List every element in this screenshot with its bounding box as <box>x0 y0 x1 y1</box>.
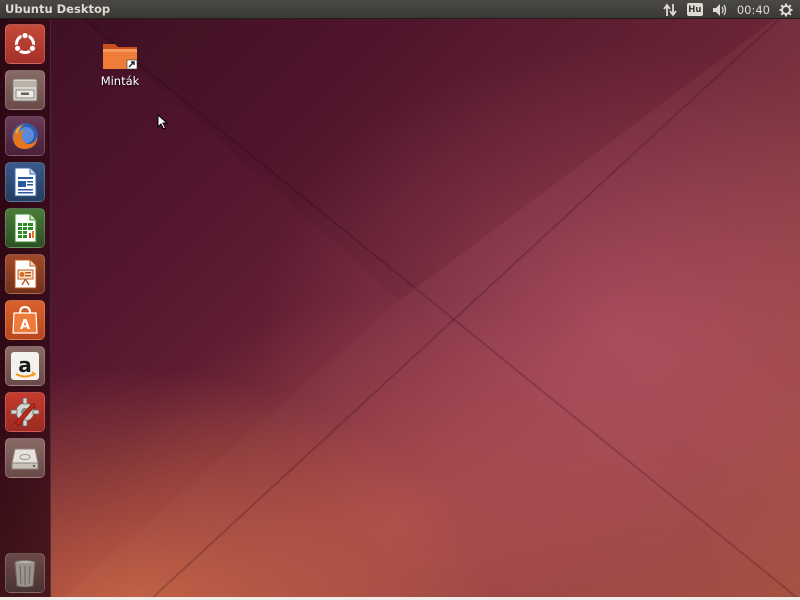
launcher-item-ubuntu-software-center[interactable]: A <box>5 300 45 340</box>
launcher-item-libreoffice-calc[interactable] <box>5 208 45 248</box>
svg-text:A: A <box>20 318 30 333</box>
wallpaper <box>0 0 800 600</box>
impress-presentation-icon <box>14 259 37 289</box>
firefox-icon <box>12 123 38 149</box>
desktop-icon-label: Minták <box>100 74 140 88</box>
amazon-icon: a <box>11 352 39 380</box>
launcher: A a <box>0 19 51 600</box>
settings-gear-wrench-icon <box>10 397 40 427</box>
folder-link-icon <box>103 44 138 70</box>
mouse-pointer-icon <box>157 113 169 134</box>
calc-spreadsheet-icon <box>14 213 37 243</box>
gear-icon[interactable] <box>778 1 794 18</box>
launcher-item-firefox[interactable] <box>5 116 45 156</box>
launcher-item-amazon[interactable]: a <box>5 346 45 386</box>
indicator-area: Hu 00:40 <box>659 1 794 18</box>
launcher-item-trash[interactable] <box>5 553 45 593</box>
ubuntu-logo-icon <box>13 31 37 54</box>
launcher-item-files[interactable] <box>5 70 45 110</box>
keyboard-layout-indicator[interactable]: Hu <box>686 3 703 16</box>
trash-icon <box>14 560 36 588</box>
network-icon[interactable] <box>659 1 681 18</box>
desktop-screen: Ubuntu Desktop Hu 00:40 A a Minták <box>0 0 800 600</box>
top-panel: Ubuntu Desktop Hu 00:40 <box>0 0 800 19</box>
desktop-icon-mintak[interactable]: Minták <box>90 38 150 88</box>
launcher-item-drive[interactable] <box>5 438 45 478</box>
launcher-item-dash-home[interactable] <box>5 24 45 64</box>
hard-drive-icon <box>11 448 39 470</box>
window-title: Ubuntu Desktop <box>5 2 111 16</box>
wallpaper-pattern <box>59 0 800 600</box>
launcher-item-libreoffice-impress[interactable] <box>5 254 45 294</box>
file-cabinet-icon <box>12 78 38 102</box>
sound-icon[interactable] <box>711 1 729 18</box>
writer-document-icon <box>14 167 37 197</box>
clock[interactable]: 00:40 <box>737 1 770 18</box>
launcher-item-libreoffice-writer[interactable] <box>5 162 45 202</box>
shopping-bag-icon: A <box>12 305 38 334</box>
launcher-item-system-settings[interactable] <box>5 392 45 432</box>
svg-text:a: a <box>18 353 32 377</box>
